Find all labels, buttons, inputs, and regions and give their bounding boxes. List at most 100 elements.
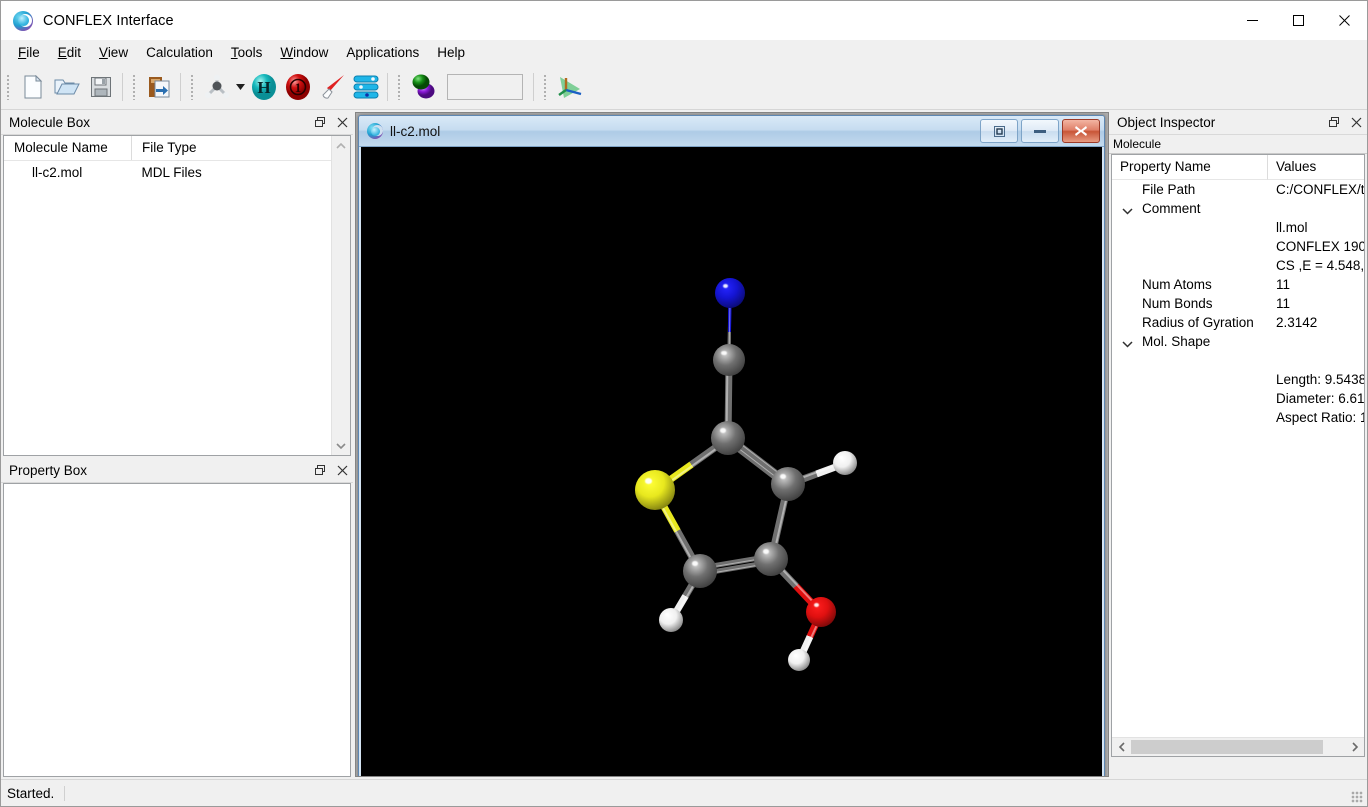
property-name-cell [1112, 256, 1268, 275]
atom-h-H2[interactable] [788, 649, 810, 671]
chevron-down-icon[interactable] [332, 437, 350, 455]
atom-s-S1[interactable] [635, 470, 675, 510]
molecule-box-body: Molecule Name File Type ll-c2.mol MDL Fi… [3, 135, 351, 456]
menu-item-view[interactable]: View [90, 42, 137, 63]
close-icon[interactable] [1062, 119, 1100, 143]
property-name-cell [1112, 389, 1268, 408]
chevron-down-icon[interactable] [1122, 203, 1133, 218]
new-file-icon[interactable] [16, 70, 50, 104]
two-spheres-icon[interactable] [407, 70, 441, 104]
molecule-table: Molecule Name File Type ll-c2.mol MDL Fi… [4, 136, 350, 184]
scrollbar-thumb[interactable] [1131, 740, 1323, 754]
property-value-cell: Diameter: 6.61 [1276, 391, 1365, 406]
main-body: Molecule Box Molecule Name File Type ll-… [1, 110, 1367, 779]
restore-window-icon[interactable] [980, 119, 1018, 143]
mdi-window-title: ll-c2.mol [390, 123, 441, 139]
import-export-icon[interactable] [142, 70, 176, 104]
atom-h-H3[interactable] [659, 608, 683, 632]
column-values[interactable]: Values [1268, 155, 1364, 180]
property-box-header: Property Box [1, 458, 353, 483]
column-molecule-name[interactable]: Molecule Name [4, 136, 132, 161]
property-name-cell: Comment [1112, 199, 1268, 218]
molecule-3d-viewport[interactable] [361, 147, 1102, 776]
atom-c-C5[interactable] [683, 554, 717, 588]
svg-text:H: H [257, 78, 270, 97]
restore-panel-icon[interactable] [309, 111, 331, 133]
molecule-box-vertical-scrollbar[interactable] [331, 136, 350, 455]
property-value-cell: 11 [1276, 277, 1291, 292]
property-name-cell [1112, 218, 1268, 237]
molecule-box-panel: Molecule Box Molecule Name File Type ll-… [1, 110, 353, 458]
maximize-icon[interactable] [1275, 1, 1321, 40]
object-inspector-title: Object Inspector [1117, 114, 1216, 130]
mdi-window-titlebar[interactable]: ll-c2.mol [359, 116, 1104, 147]
toolbar-grip[interactable] [542, 74, 550, 100]
menu-item-file[interactable]: File [9, 42, 49, 63]
object-inspector-grid: Property Name Values File Path C:/CONFLEX/t… [1112, 155, 1364, 427]
menu-item-applications[interactable]: Applications [337, 42, 428, 63]
chevron-down-icon[interactable] [234, 70, 247, 104]
clean-structure-icon[interactable] [315, 70, 349, 104]
atom-n-N1[interactable] [715, 278, 745, 308]
scrollbar-track[interactable] [332, 154, 350, 437]
toolbar-grip[interactable] [396, 74, 404, 100]
property-name-cell [1112, 408, 1268, 427]
conformer-list-icon[interactable] [349, 70, 383, 104]
save-floppy-icon[interactable] [84, 70, 118, 104]
restore-panel-icon[interactable] [309, 459, 331, 481]
property-value-cell [1268, 351, 1364, 370]
minimize-icon[interactable] [1021, 119, 1059, 143]
property-name-cell [1112, 237, 1268, 256]
object-inspector-body: Property Name Values File Path C:/CONFLEX/t… [1111, 154, 1365, 757]
atom-c-C3[interactable] [771, 467, 805, 501]
atom-c-C2[interactable] [711, 421, 745, 455]
chevron-up-icon[interactable] [332, 136, 350, 154]
toolbar-grip[interactable] [5, 74, 13, 100]
chevron-left-icon[interactable] [1112, 738, 1130, 756]
atom-o-O1[interactable] [806, 597, 836, 627]
column-property-name[interactable]: Property Name [1112, 155, 1268, 180]
restore-panel-icon[interactable] [1323, 111, 1345, 133]
minimize-icon[interactable] [1229, 1, 1275, 40]
property-box-body[interactable] [3, 483, 351, 777]
open-folder-icon[interactable] [50, 70, 84, 104]
atom-c-C4[interactable] [754, 542, 788, 576]
charge-one-icon[interactable]: 1 [281, 70, 315, 104]
property-name-cell [1112, 370, 1268, 389]
hydrogen-atom-icon[interactable]: H [247, 70, 281, 104]
toolbar-separator [180, 73, 181, 101]
menu-item-edit[interactable]: Edit [49, 42, 90, 63]
chevron-right-icon[interactable] [1346, 738, 1364, 756]
molecule-box-title: Molecule Box [9, 114, 91, 130]
conflex-logo-icon [13, 10, 33, 31]
toolbar-separator [387, 73, 388, 101]
toolbar-grip[interactable] [189, 74, 197, 100]
menu-item-help[interactable]: Help [428, 42, 474, 63]
object-inspector-horizontal-scrollbar[interactable] [1112, 737, 1364, 756]
axes-tripod-icon[interactable] [553, 70, 587, 104]
close-icon[interactable] [1321, 1, 1367, 40]
close-icon[interactable] [331, 111, 353, 133]
chevron-down-icon[interactable] [1122, 336, 1133, 351]
window-title: CONFLEX Interface [43, 12, 174, 29]
menu-item-window[interactable]: Window [271, 42, 337, 63]
close-icon[interactable] [331, 459, 353, 481]
property-name-cell [1112, 351, 1268, 370]
table-row[interactable]: ll-c2.mol MDL Files [4, 160, 350, 184]
menu-item-tools[interactable]: Tools [222, 42, 272, 63]
property-name-cell: Radius of Gyration [1142, 315, 1254, 330]
toolbar-combo-input[interactable] [447, 74, 523, 100]
toolbar-grip[interactable] [131, 74, 139, 100]
column-file-type[interactable]: File Type [131, 136, 350, 161]
menu-item-calculation[interactable]: Calculation [137, 42, 222, 63]
mdi-child-window: ll-c2.mol [358, 115, 1105, 776]
menubar: File Edit View Calculation Tools Window Applic… [1, 40, 1367, 65]
resize-grip[interactable] [1351, 791, 1363, 803]
molecule-model-icon[interactable] [200, 70, 234, 104]
atom-c-C1[interactable] [713, 344, 745, 376]
atom-h-H1[interactable] [833, 451, 857, 475]
statusbar: Started. [1, 779, 1367, 806]
close-icon[interactable] [1345, 111, 1367, 133]
property-name-cell: Num Bonds [1142, 296, 1213, 311]
svg-text:1: 1 [295, 80, 302, 95]
